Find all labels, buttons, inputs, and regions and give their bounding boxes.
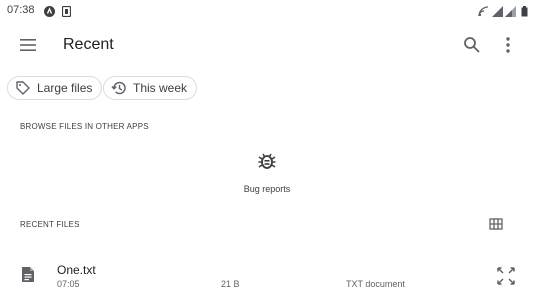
history-icon bbox=[111, 81, 126, 95]
cast-icon bbox=[478, 4, 489, 22]
wifi-icon bbox=[492, 4, 503, 22]
recent-files-heading: RECENT FILES bbox=[20, 220, 80, 229]
file-time: 07:05 bbox=[57, 279, 80, 289]
filter-chip-large-files[interactable]: Large files bbox=[7, 76, 103, 100]
menu-icon[interactable] bbox=[16, 33, 40, 57]
notification-icon bbox=[44, 4, 55, 22]
app-bar: Recent bbox=[0, 22, 533, 68]
expand-icon[interactable] bbox=[496, 266, 516, 286]
chip-label: This week bbox=[133, 81, 188, 95]
text-file-icon bbox=[21, 266, 35, 288]
page-title: Recent bbox=[63, 36, 114, 53]
grid-view-icon[interactable] bbox=[488, 216, 504, 232]
status-time: 07:38 bbox=[7, 4, 35, 16]
file-name: One.txt bbox=[57, 263, 96, 277]
filter-chip-this-week[interactable]: This week bbox=[103, 76, 198, 100]
search-icon[interactable] bbox=[460, 33, 484, 57]
signal-icon bbox=[505, 4, 516, 22]
tag-icon bbox=[16, 81, 30, 95]
bug-reports-label: Bug reports bbox=[243, 184, 291, 194]
bug-reports-app[interactable] bbox=[239, 150, 295, 177]
chip-label: Large files bbox=[37, 81, 93, 95]
file-row[interactable]: One.txt 07:05 21 B TXT document bbox=[0, 258, 533, 294]
battery-icon bbox=[521, 4, 528, 22]
sim-icon bbox=[61, 4, 72, 22]
file-type: TXT document bbox=[346, 279, 405, 289]
file-size: 21 B bbox=[221, 279, 240, 289]
more-vert-icon[interactable] bbox=[496, 33, 520, 57]
status-bar: 07:38 bbox=[0, 0, 533, 20]
bug-icon bbox=[258, 153, 276, 169]
browse-section-heading: BROWSE FILES IN OTHER APPS bbox=[20, 122, 149, 131]
